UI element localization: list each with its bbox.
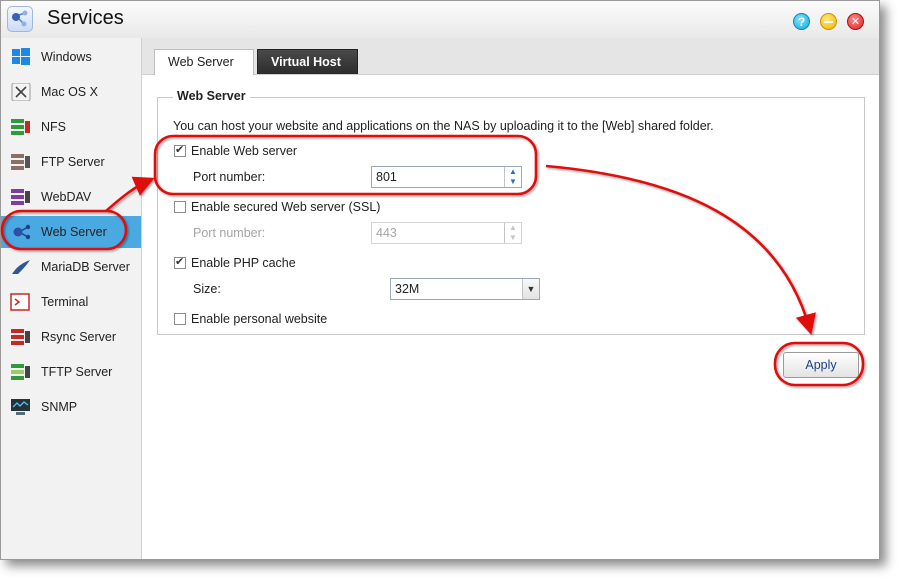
services-window: Services ? ✕ Windows Mac OS X NFS FTP Se… <box>0 0 880 560</box>
ssl-port-spinner[interactable]: ▲ ▼ <box>504 223 521 243</box>
sidebar-item-web-server[interactable]: Web Server <box>1 216 141 248</box>
sidebar-item-terminal[interactable]: Terminal <box>1 286 141 318</box>
sidebar: Windows Mac OS X NFS FTP Server WebDAV W… <box>1 38 142 559</box>
chevron-down-icon[interactable]: ▼ <box>522 279 539 299</box>
spin-up-icon[interactable]: ▲ <box>505 167 521 177</box>
sidebar-item-ftp-server[interactable]: FTP Server <box>1 146 141 178</box>
tftp-server-icon <box>11 364 30 380</box>
services-app-icon <box>7 6 33 32</box>
spin-down-icon[interactable]: ▼ <box>505 177 521 187</box>
web-server-settings-group: Web Server You can host your website and… <box>157 89 865 335</box>
ssl-port-number-input[interactable]: 443 ▲ ▼ <box>371 222 522 244</box>
tab-bar: Web Server Virtual Host <box>142 38 879 75</box>
windows-icon <box>12 48 30 65</box>
sidebar-item-nfs[interactable]: NFS <box>1 111 141 143</box>
enable-php-cache-checkbox[interactable] <box>174 255 186 269</box>
sidebar-item-label: Rsync Server <box>41 330 117 344</box>
port-number-label: Port number: <box>193 170 266 184</box>
cache-size-value: 32M <box>395 282 420 296</box>
apply-button[interactable]: Apply <box>783 352 859 378</box>
ssl-port-number-value: 443 <box>376 226 397 240</box>
description-text: You can host your website and applicatio… <box>173 119 714 133</box>
sidebar-item-mac-os-x[interactable]: Mac OS X <box>1 76 141 108</box>
sidebar-item-label: Web Server <box>41 225 107 239</box>
enable-personal-website-label: Enable personal website <box>191 312 328 326</box>
title-bar: Services ? ✕ <box>1 1 879 39</box>
tab-virtual-host[interactable]: Virtual Host <box>257 49 358 74</box>
port-number-value: 801 <box>376 170 397 184</box>
sidebar-item-webdav[interactable]: WebDAV <box>1 181 141 213</box>
minimize-button[interactable] <box>820 13 837 30</box>
enable-php-cache-label: Enable PHP cache <box>191 256 296 270</box>
terminal-icon <box>10 293 30 311</box>
sidebar-item-label: Terminal <box>41 295 89 309</box>
sidebar-item-rsync-server[interactable]: Rsync Server <box>1 321 141 353</box>
ftp-server-icon <box>11 154 30 170</box>
sidebar-item-label: NFS <box>41 120 66 134</box>
tab-web-server[interactable]: Web Server <box>154 49 254 75</box>
port-number-input[interactable]: 801 ▲ ▼ <box>371 166 522 188</box>
enable-ssl-label: Enable secured Web server (SSL) <box>191 200 381 214</box>
snmp-icon <box>11 399 30 415</box>
enable-web-server-checkbox[interactable] <box>174 143 186 157</box>
sidebar-item-mariadb-server[interactable]: MariaDB Server <box>1 251 141 283</box>
rsync-server-icon <box>11 329 30 345</box>
sidebar-item-label: WebDAV <box>41 190 92 204</box>
mariadb-icon <box>12 260 30 274</box>
sidebar-item-label: FTP Server <box>41 155 105 169</box>
sidebar-item-label: SNMP <box>41 400 78 414</box>
cache-size-label: Size: <box>193 282 221 296</box>
port-spinner[interactable]: ▲ ▼ <box>504 167 521 187</box>
enable-personal-website-checkbox[interactable] <box>174 313 186 325</box>
ssl-port-number-label: Port number: <box>193 226 266 240</box>
close-button[interactable]: ✕ <box>847 13 864 30</box>
sidebar-item-label: MariaDB Server <box>41 260 130 274</box>
spin-up-icon[interactable]: ▲ <box>505 223 521 233</box>
sidebar-item-tftp-server[interactable]: TFTP Server <box>1 356 141 388</box>
sidebar-item-label: Windows <box>41 50 92 64</box>
mac-os-x-icon <box>11 83 31 101</box>
sidebar-item-snmp[interactable]: SNMP <box>1 391 141 423</box>
group-legend: Web Server <box>173 89 250 103</box>
sidebar-item-label: TFTP Server <box>41 365 113 379</box>
help-button[interactable]: ? <box>793 13 810 30</box>
main-panel: Web Server Virtual Host Web Server You c… <box>142 38 879 559</box>
sidebar-item-label: Mac OS X <box>41 85 98 99</box>
enable-ssl-checkbox[interactable] <box>174 201 186 213</box>
sidebar-item-windows[interactable]: Windows <box>1 41 141 73</box>
spin-down-icon[interactable]: ▼ <box>505 233 521 243</box>
web-server-icon <box>13 224 31 240</box>
window-title: Services <box>47 7 124 29</box>
webdav-icon <box>11 189 30 205</box>
enable-web-server-label: Enable Web server <box>191 144 298 158</box>
nfs-icon <box>11 119 30 135</box>
cache-size-select[interactable]: 32M ▼ <box>390 278 540 300</box>
